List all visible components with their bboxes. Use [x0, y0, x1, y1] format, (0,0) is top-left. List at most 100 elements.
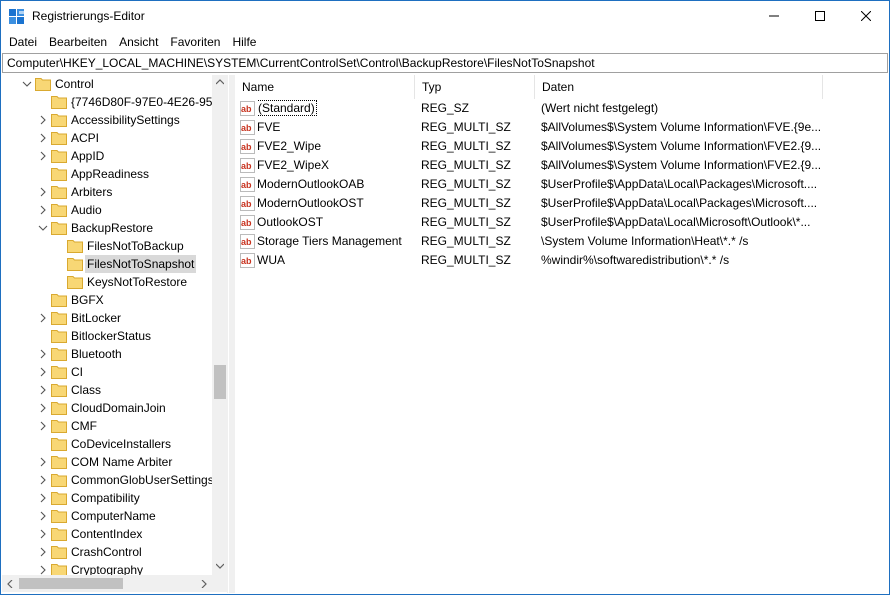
- tree-vertical-scroll-thumb[interactable]: [214, 365, 226, 399]
- svg-text:ab: ab: [241, 161, 252, 171]
- menu-bearbeiten[interactable]: Bearbeiten: [43, 32, 113, 52]
- chevron-right-icon[interactable]: [38, 403, 48, 413]
- chevron-right-icon[interactable]: [38, 565, 48, 575]
- value-row[interactable]: ab ModernOutlookOST REG_MULTI_SZ $UserProfi…: [235, 194, 889, 213]
- chevron-right-icon[interactable]: [38, 367, 48, 377]
- value-data: %windir%\softwaredistribution\*.* /s: [541, 253, 730, 267]
- folder-icon: [51, 420, 67, 433]
- tree-item[interactable]: CoDeviceInstallers: [2, 435, 212, 453]
- value-name-text: Storage Tiers Management: [257, 234, 402, 248]
- title-bar[interactable]: Registrierungs-Editor: [1, 1, 889, 32]
- key-tree-pane[interactable]: Control {7746D80F-97E0-4E26-9543 Accessibi…: [2, 75, 228, 593]
- tree-item[interactable]: Bluetooth: [2, 345, 212, 363]
- chevron-right-icon[interactable]: [38, 115, 48, 125]
- chevron-right-icon[interactable]: [38, 421, 48, 431]
- tree-item[interactable]: KeysNotToRestore: [2, 273, 212, 291]
- scroll-down-icon[interactable]: [216, 563, 224, 569]
- tree-item[interactable]: ACPI: [2, 129, 212, 147]
- scroll-corner: [212, 575, 227, 592]
- menu-ansicht[interactable]: Ansicht: [113, 32, 164, 52]
- value-row[interactable]: ab (Standard) REG_SZ (Wert nicht festgelegt…: [235, 99, 889, 118]
- tree-item[interactable]: Control: [2, 75, 212, 93]
- menu-datei[interactable]: Datei: [3, 32, 43, 52]
- values-list-pane[interactable]: Name Typ Daten ab (Standard) REG_SZ (Wert n…: [235, 75, 889, 593]
- chevron-right-icon[interactable]: [38, 529, 48, 539]
- close-button[interactable]: [843, 1, 889, 31]
- scroll-up-icon[interactable]: [216, 79, 224, 85]
- address-bar[interactable]: Computer\HKEY_LOCAL_MACHINE\SYSTEM\Curre…: [2, 53, 888, 73]
- tree-horizontal-scrollbar[interactable]: [2, 575, 212, 592]
- tree-item[interactable]: Cryptography: [2, 561, 212, 575]
- tree-item-label: {7746D80F-97E0-4E26-9543: [71, 95, 212, 109]
- value-name-text: ModernOutlookOAB: [257, 177, 365, 191]
- tree-item-label: FilesNotToBackup: [87, 239, 184, 253]
- value-name: FVE2_WipeX: [257, 156, 415, 175]
- value-row[interactable]: ab FVE2_WipeX REG_MULTI_SZ $AllVolumes$\Sys…: [235, 156, 889, 175]
- chevron-right-icon[interactable]: [38, 349, 48, 359]
- tree-item[interactable]: BitlockerStatus: [2, 327, 212, 345]
- menu-favoriten[interactable]: Favoriten: [164, 32, 226, 52]
- chevron-down-icon[interactable]: [38, 223, 48, 233]
- tree-item[interactable]: CI: [2, 363, 212, 381]
- tree-item[interactable]: {7746D80F-97E0-4E26-9543: [2, 93, 212, 111]
- tree-item[interactable]: AppID: [2, 147, 212, 165]
- minimize-button[interactable]: [751, 1, 797, 31]
- scroll-left-icon[interactable]: [7, 580, 13, 588]
- tree-item[interactable]: AppReadiness: [2, 165, 212, 183]
- value-row[interactable]: ab ModernOutlookOAB REG_MULTI_SZ $UserProfi…: [235, 175, 889, 194]
- scroll-right-icon[interactable]: [201, 580, 207, 588]
- tree-item[interactable]: ContentIndex: [2, 525, 212, 543]
- tree-item[interactable]: BGFX: [2, 291, 212, 309]
- chevron-right-icon[interactable]: [38, 313, 48, 323]
- folder-icon: [51, 438, 67, 451]
- value-row[interactable]: ab WUA REG_MULTI_SZ %windir%\softwaredistri…: [235, 251, 889, 270]
- tree-item[interactable]: AccessibilitySettings: [2, 111, 212, 129]
- tree-item-label: AccessibilitySettings: [71, 113, 180, 127]
- tree-item[interactable]: FilesNotToSnapshot: [2, 255, 212, 273]
- chevron-right-icon[interactable]: [38, 493, 48, 503]
- chevron-right-icon[interactable]: [38, 187, 48, 197]
- value-type: REG_MULTI_SZ: [421, 253, 511, 267]
- tree-item[interactable]: BackupRestore: [2, 219, 212, 237]
- column-header-name[interactable]: Name: [235, 75, 415, 99]
- tree-item[interactable]: COM Name Arbiter: [2, 453, 212, 471]
- tree-item-label: CommonGlobUserSettings: [71, 473, 212, 487]
- value-row[interactable]: ab FVE REG_MULTI_SZ $AllVolumes$\System Vol…: [235, 118, 889, 137]
- tree-item[interactable]: Class: [2, 381, 212, 399]
- chevron-right-icon[interactable]: [38, 511, 48, 521]
- menu-hilfe[interactable]: Hilfe: [226, 32, 262, 52]
- tree-item[interactable]: CMF: [2, 417, 212, 435]
- value-data: \System Volume Information\Heat\*.* /s: [541, 234, 749, 248]
- value-row[interactable]: ab OutlookOST REG_MULTI_SZ $UserProfile$\Ap…: [235, 213, 889, 232]
- chevron-right-icon[interactable]: [38, 547, 48, 557]
- tree-item[interactable]: BitLocker: [2, 309, 212, 327]
- chevron-right-icon[interactable]: [38, 133, 48, 143]
- value-name-text: FVE2_WipeX: [257, 158, 330, 172]
- value-data: $AllVolumes$\System Volume Information\F…: [541, 158, 822, 172]
- chevron-right-icon[interactable]: [38, 457, 48, 467]
- column-header-type[interactable]: Typ: [415, 75, 535, 99]
- tree-item[interactable]: CommonGlobUserSettings: [2, 471, 212, 489]
- string-value-icon: ab: [240, 158, 255, 173]
- chevron-down-icon[interactable]: [22, 79, 32, 89]
- chevron-right-icon[interactable]: [38, 205, 48, 215]
- tree-item[interactable]: ComputerName: [2, 507, 212, 525]
- tree-item[interactable]: FilesNotToBackup: [2, 237, 212, 255]
- chevron-right-icon[interactable]: [38, 151, 48, 161]
- value-row[interactable]: ab FVE2_Wipe REG_MULTI_SZ $AllVolumes$\Syst…: [235, 137, 889, 156]
- value-row[interactable]: ab Storage Tiers Management REG_MULTI_SZ \S…: [235, 232, 889, 251]
- tree-vertical-scrollbar[interactable]: [212, 75, 227, 575]
- folder-icon: [67, 276, 83, 289]
- folder-icon: [51, 474, 67, 487]
- chevron-right-icon[interactable]: [38, 385, 48, 395]
- chevron-right-icon[interactable]: [38, 475, 48, 485]
- tree-item[interactable]: CloudDomainJoin: [2, 399, 212, 417]
- tree-horizontal-scroll-thumb[interactable]: [19, 578, 123, 589]
- tree-item[interactable]: Arbiters: [2, 183, 212, 201]
- tree-item[interactable]: CrashControl: [2, 543, 212, 561]
- tree-item-label: ComputerName: [71, 509, 156, 523]
- column-header-data[interactable]: Daten: [535, 75, 823, 99]
- tree-item[interactable]: Audio: [2, 201, 212, 219]
- maximize-button[interactable]: [797, 1, 843, 31]
- tree-item[interactable]: Compatibility: [2, 489, 212, 507]
